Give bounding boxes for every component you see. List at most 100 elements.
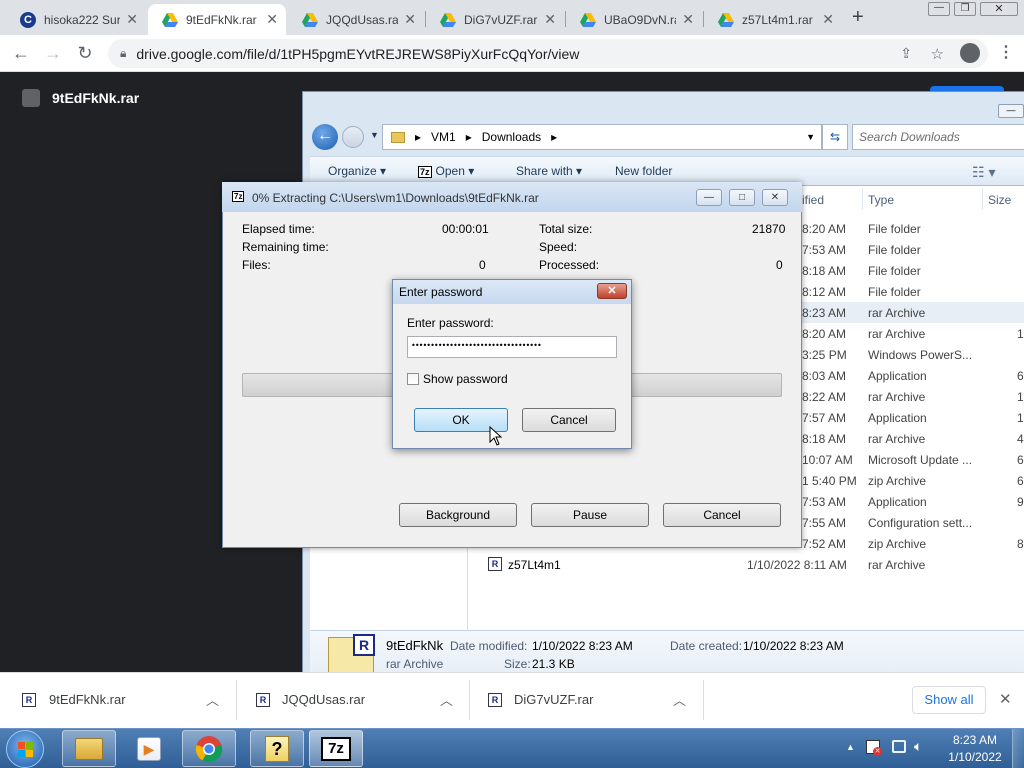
show-all-button[interactable]: Show all — [912, 686, 986, 714]
password-dialog-close-button[interactable]: ✕ — [597, 283, 627, 299]
cancel-extraction-button[interactable]: Cancel — [663, 503, 781, 527]
close-shelf-icon[interactable]: ✕ — [999, 690, 1012, 708]
close-window-button[interactable]: ✕ — [980, 2, 1018, 16]
search-downloads-input[interactable]: Search Downloads — [852, 124, 1024, 150]
url-bar[interactable]: 🔒︎ drive.google.com/file/d/1tPH5pgmEYvtR… — [108, 39, 988, 68]
volume-icon[interactable]: 🔈︎ — [914, 738, 922, 755]
back-arrow-icon[interactable]: ← — [312, 124, 338, 150]
google-drive-icon — [440, 12, 456, 27]
file-row[interactable]: 8:22 AM rar Archive 1 — [800, 386, 1024, 407]
7zip-minimize-button[interactable]: — — [696, 189, 722, 206]
download-item-DiG7vUZF[interactable]: R DiG7vUZF.rar — [488, 692, 593, 707]
clock-time[interactable]: 8:23 AM — [944, 733, 1006, 747]
tab-9tEdFkNk[interactable]: 9tEdFkNk.rar ✕ — [148, 4, 286, 35]
network-icon[interactable] — [892, 740, 906, 753]
file-row[interactable]: 8:23 AM rar Archive — [800, 302, 1024, 323]
reload-button[interactable]: ↻ — [74, 43, 96, 64]
column-size[interactable]: Size — [988, 193, 1011, 207]
forward-arrow-icon[interactable] — [342, 126, 364, 148]
archive-file-icon — [22, 89, 40, 107]
show-desktop-button[interactable] — [1012, 729, 1024, 768]
file-row[interactable]: 8:20 AM rar Archive 1 — [800, 323, 1024, 344]
history-dropdown-icon[interactable]: ▼ — [370, 130, 379, 140]
password-input[interactable]: •••••••••••••••••••••••••••••••••• — [407, 336, 617, 358]
file-row[interactable]: 8:18 AM File folder — [800, 260, 1024, 281]
password-cancel-button[interactable]: Cancel — [522, 408, 616, 432]
file-row[interactable]: 3:25 PM Windows PowerS... — [800, 344, 1024, 365]
explorer-breadcrumb[interactable]: ▸ VM1 ▸ Downloads ▸ ▼ — [382, 124, 822, 150]
tab-DiG7vUZF[interactable]: DiG7vUZF.rar ✕ — [426, 4, 564, 35]
7zip-maximize-button[interactable]: □ — [729, 189, 755, 206]
new-folder-button[interactable]: New folder — [615, 164, 672, 178]
file-row[interactable]: 8:03 AM Application 6,4 — [800, 365, 1024, 386]
close-icon[interactable]: ✕ — [682, 11, 694, 28]
minimize-button[interactable]: — — [928, 2, 950, 16]
download-item-JQQdUsas[interactable]: R JQQdUsas.rar — [256, 692, 365, 707]
clock-date[interactable]: 1/10/2022 — [944, 750, 1006, 764]
taskbar-help[interactable]: ? — [250, 730, 304, 767]
total-size-value: 21870 — [752, 222, 786, 236]
file-row[interactable]: 7:52 AM zip Archive 8 — [800, 533, 1024, 554]
share-icon[interactable]: ⇪ — [900, 45, 912, 62]
forward-button[interactable]: → — [42, 43, 64, 64]
details-size: 21.3 KB — [532, 657, 575, 671]
view-options-icon[interactable]: ☷ ▾ — [972, 164, 995, 181]
file-row[interactable]: 8:18 AM rar Archive 4 — [800, 428, 1024, 449]
address-dropdown-icon[interactable]: ▼ — [806, 132, 815, 142]
background-button[interactable]: Background — [399, 503, 517, 527]
show-hidden-icons-icon[interactable]: ▲ — [846, 742, 855, 752]
chevron-up-icon[interactable]: ︿ — [206, 690, 219, 709]
bookmark-star-icon[interactable]: ☆ — [931, 45, 944, 63]
file-size: 66,4 — [1017, 453, 1024, 467]
show-password-checkbox[interactable] — [407, 373, 419, 385]
organize-menu[interactable]: Organize ▾ — [328, 164, 386, 178]
breadcrumb-downloads[interactable]: Downloads — [482, 130, 541, 144]
taskbar-media-player[interactable]: ▶ — [122, 730, 176, 767]
tab-UBaO9DvN[interactable]: UBaO9DvN.ra ✕ — [566, 4, 702, 35]
elapsed-time-value: 00:00:01 — [442, 222, 489, 236]
tab-z57Lt4m1[interactable]: z57Lt4m1.rar ✕ — [704, 4, 842, 35]
action-center-icon[interactable]: ✕ — [866, 740, 882, 756]
restore-button[interactable]: ❐ — [954, 2, 976, 16]
file-type: zip Archive — [868, 474, 927, 488]
close-icon[interactable]: ✕ — [266, 11, 278, 28]
file-row[interactable]: 7:53 AM Application 9 — [800, 491, 1024, 512]
share-with-menu[interactable]: Share with ▾ — [516, 164, 582, 178]
file-row[interactable]: 7:57 AM Application 15,9 — [800, 407, 1024, 428]
file-row[interactable]: 8:20 AM File folder — [800, 218, 1024, 239]
column-date-modified[interactable]: ified — [802, 193, 824, 207]
tab-hisoka222[interactable]: C hisoka222 Sur ✕ — [6, 4, 146, 35]
file-row[interactable]: 7:55 AM Configuration sett... — [800, 512, 1024, 533]
download-item-9tEdFkNk[interactable]: R 9tEdFkNk.rar — [22, 692, 126, 707]
close-icon[interactable]: ✕ — [544, 11, 556, 28]
taskbar-explorer[interactable] — [62, 730, 116, 767]
explorer-minimize-button[interactable]: — — [998, 104, 1024, 118]
start-button[interactable] — [6, 730, 44, 768]
file-name: z57Lt4m1 — [508, 558, 561, 572]
file-row[interactable]: 7:53 AM File folder — [800, 239, 1024, 260]
chrome-icon — [195, 735, 223, 762]
breadcrumb-vm1[interactable]: VM1 — [431, 130, 456, 144]
open-menu[interactable]: 7z Open ▾ — [418, 164, 474, 178]
menu-kebab-icon[interactable]: ⋮ — [998, 42, 1014, 62]
column-type[interactable]: Type — [868, 193, 894, 207]
file-row[interactable]: 1 5:40 PM zip Archive 66,4 — [800, 470, 1024, 491]
profile-avatar-icon[interactable] — [960, 43, 980, 63]
7zip-close-button[interactable]: ✕ — [762, 189, 788, 206]
close-icon[interactable]: ✕ — [404, 11, 416, 28]
close-icon[interactable]: ✕ — [822, 11, 834, 28]
pause-button[interactable]: Pause — [531, 503, 649, 527]
breadcrumb-arrow-icon: ▸ — [465, 130, 472, 144]
taskbar-7zip[interactable]: 7z — [309, 730, 363, 767]
file-row[interactable]: 8:12 AM File folder — [800, 281, 1024, 302]
tab-JQQdUsas[interactable]: JQQdUsas.rar ✕ — [288, 4, 424, 35]
chevron-up-icon[interactable]: ︿ — [440, 690, 453, 709]
taskbar-chrome[interactable] — [182, 730, 236, 767]
file-row-z57Lt4m1[interactable]: R z57Lt4m1 1/10/2022 8:11 AM rar Archive — [488, 555, 1024, 576]
refresh-icon[interactable]: ⇆ — [822, 124, 848, 150]
back-button[interactable]: ← — [10, 43, 32, 64]
file-row[interactable]: 10:07 AM Microsoft Update ... 66,4 — [800, 449, 1024, 470]
new-tab-button[interactable]: + — [852, 6, 864, 29]
chevron-up-icon[interactable]: ︿ — [673, 690, 686, 709]
close-icon[interactable]: ✕ — [126, 11, 138, 28]
